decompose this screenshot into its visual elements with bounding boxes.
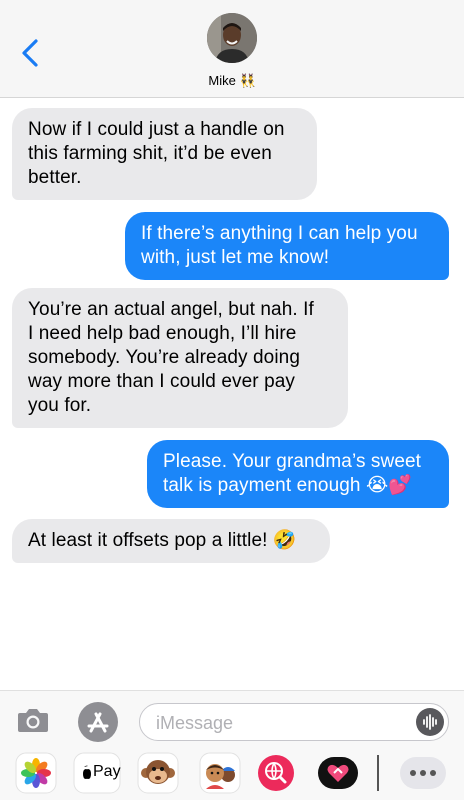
message-bubble-incoming[interactable]: Now if I could just a handle on this far… <box>12 108 317 200</box>
digital-touch-icon[interactable] <box>316 751 360 795</box>
message-line: somebody. You’re already doing <box>28 347 301 368</box>
message-line: Now if I could just a handle on <box>28 119 285 140</box>
message-line: I need help bad enough, I’ll hire <box>28 323 297 344</box>
message-line: At least it offsets pop a little! 🤣 <box>28 530 297 551</box>
message-line: you for. <box>28 395 92 416</box>
contact-name-emoji: 👯‍♂️ <box>239 73 256 88</box>
more-apps-icon[interactable] <box>398 751 448 795</box>
back-chevron-icon[interactable] <box>18 38 42 68</box>
message-line: better. <box>28 167 82 188</box>
compose-bar: Pay <box>0 690 464 800</box>
message-line: this farming shit, it’d be even <box>28 143 272 164</box>
message-bubble-outgoing[interactable]: Please. Your grandma’s sweet talk is pay… <box>147 440 449 508</box>
conversation-header: Mike 👯‍♂️ <box>0 0 464 98</box>
message-line: You’re an actual angel, but nah. If <box>28 299 314 320</box>
photos-icon[interactable] <box>14 751 58 795</box>
apple-pay-icon[interactable]: Pay <box>73 751 121 795</box>
message-line: with, just let me know! <box>141 247 330 268</box>
app-drawer: Pay <box>0 751 464 797</box>
message-line: way more than I could ever pay <box>28 371 296 392</box>
contact-name-text: Mike <box>208 73 236 88</box>
apple-pay-label: Pay <box>93 763 121 780</box>
message-line: talk is payment enough 😭💕 <box>163 475 413 496</box>
contact-avatar[interactable] <box>207 13 257 63</box>
audio-message-icon[interactable] <box>416 708 444 736</box>
memoji-icon[interactable] <box>198 751 242 795</box>
contact-name[interactable]: Mike 👯‍♂️ <box>0 73 464 89</box>
message-line: Please. Your grandma’s sweet <box>163 451 422 472</box>
message-bubble-incoming[interactable]: You’re an actual angel, but nah. If I ne… <box>12 288 348 428</box>
message-input[interactable] <box>156 710 406 736</box>
message-bubble-incoming[interactable]: At least it offsets pop a little! 🤣 <box>12 519 330 563</box>
app-store-icon[interactable] <box>78 702 118 742</box>
animoji-icon[interactable] <box>136 751 180 795</box>
message-bubble-outgoing[interactable]: If there’s anything I can help you with,… <box>125 212 449 280</box>
web-search-icon[interactable] <box>254 751 298 795</box>
drawer-divider <box>377 755 379 791</box>
message-line: If there’s anything I can help you <box>141 223 418 244</box>
message-field[interactable] <box>139 703 449 741</box>
camera-icon[interactable] <box>16 706 50 734</box>
